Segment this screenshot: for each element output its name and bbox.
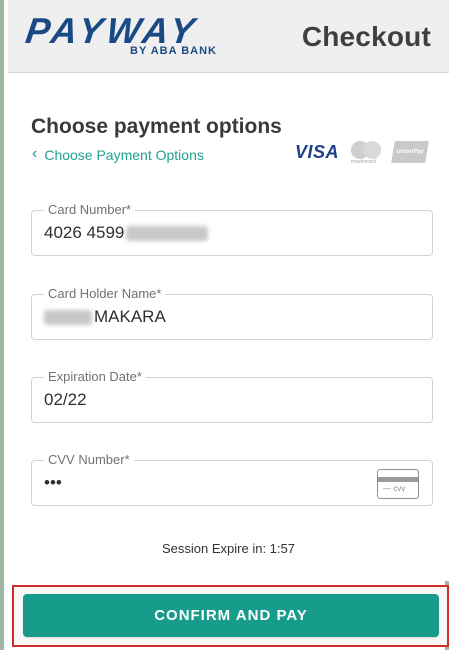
mastercard-logo: mastercard — [349, 140, 383, 165]
card-holder-name-value[interactable]: MAKARA — [44, 307, 166, 327]
payment-form-panel: Choose payment options ‹ Choose Payment … — [8, 73, 449, 581]
card-number-label: Card Number* — [44, 202, 136, 218]
session-expiry-text: Session Expire in: 1:57 — [162, 541, 295, 556]
brand-subtitle: BY ABA BANK — [130, 45, 217, 57]
card-number-field[interactable]: Card Number* 4026 4599 — [31, 202, 433, 256]
masked-first-name — [44, 310, 92, 326]
card-number-value[interactable]: 4026 4599 — [44, 223, 209, 243]
choose-payment-options-label: Choose Payment Options — [44, 147, 204, 163]
unionpay-logo: UnionPay — [391, 141, 429, 163]
visa-logo: VISA — [294, 141, 339, 162]
checkout-header: PAYWAY BY ABA BANK Checkout — [8, 0, 449, 73]
accepted-card-logos: VISA mastercard UnionPay — [294, 140, 429, 165]
brand-wordmark: PAYWAY — [23, 10, 201, 51]
cvv-number-value[interactable]: ••• — [44, 473, 62, 493]
chevron-left-icon: ‹ — [32, 145, 38, 162]
expiration-date-field[interactable]: Expiration Date* 02/22 — [31, 369, 433, 423]
cvv-number-field[interactable]: CVV Number* ••• — [31, 452, 433, 506]
cvv-number-label: CVV Number* — [44, 452, 134, 468]
expiration-date-value[interactable]: 02/22 — [44, 390, 87, 410]
masked-card-digits — [126, 226, 209, 242]
payment-section-title: Choose payment options — [31, 115, 282, 138]
confirm-and-pay-button[interactable]: CONFIRM AND PAY — [23, 594, 439, 637]
page-title: Checkout — [301, 21, 431, 52]
card-holder-name-label: Card Holder Name* — [44, 286, 166, 302]
choose-payment-options-link[interactable]: ‹ Choose Payment Options — [32, 145, 204, 165]
checkout-screen: PAYWAY BY ABA BANK Checkout Choose payme… — [0, 0, 449, 650]
cvv-card-icon — [377, 469, 419, 499]
payway-logo: PAYWAY BY ABA BANK — [23, 10, 252, 61]
card-holder-name-field[interactable]: Card Holder Name* MAKARA — [31, 286, 433, 340]
confirm-pay-area: CONFIRM AND PAY — [12, 585, 449, 647]
expiration-date-label: Expiration Date* — [44, 369, 146, 385]
